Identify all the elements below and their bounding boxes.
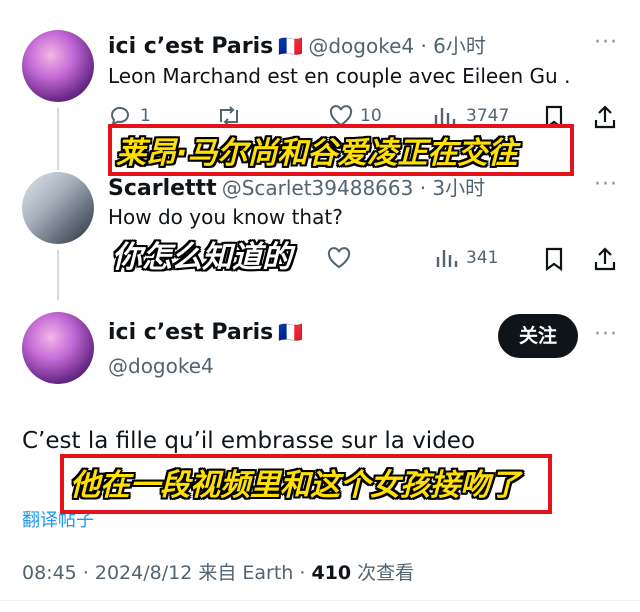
tweet-text: How do you know that? [108, 205, 343, 229]
avatar[interactable] [22, 30, 94, 102]
handle-time[interactable]: @dogoke4 · 6小时 [308, 34, 486, 58]
divider [0, 600, 640, 601]
tweet-text: Leon Marchand est en couple avec Eileen … [108, 64, 571, 88]
display-name[interactable]: ici c’est Paris [108, 320, 273, 345]
tweet-header: Scarlettt @Scarlet39488663 · 3小时 [108, 172, 485, 201]
flag-icon: 🇫🇷 [278, 34, 304, 58]
flag-icon: 🇫🇷 [278, 320, 304, 344]
post-meta: 08:45 · 2024/8/12 来自 Earth · 410 次查看 [22, 558, 414, 585]
display-name[interactable]: Scarlettt [108, 176, 217, 201]
thread-line [57, 250, 59, 300]
reply-count: 1 [140, 106, 151, 126]
more-icon[interactable]: ··· [594, 172, 618, 197]
share-icon[interactable] [592, 246, 618, 272]
avatar[interactable] [22, 312, 94, 384]
more-icon[interactable]: ··· [594, 30, 618, 55]
view-total: 410 [311, 562, 352, 584]
thread-line [57, 108, 59, 170]
tweet-header: ici c’est Paris 🇫🇷 @dogoke4 · 6小时 [108, 30, 486, 59]
like-count: 10 [360, 106, 382, 126]
more-icon[interactable]: ··· [594, 322, 618, 347]
tweet-header: ici c’est Paris 🇫🇷 [108, 320, 303, 345]
display-name[interactable]: ici c’est Paris [108, 34, 273, 59]
bookmark-icon[interactable] [542, 246, 566, 272]
view-count: 3747 [466, 106, 510, 126]
follow-button[interactable]: 关注 [498, 314, 578, 358]
views-icon[interactable] [434, 246, 458, 270]
translation-caption: 你怎么知道的 [112, 240, 292, 275]
like-icon[interactable] [326, 246, 352, 270]
share-icon[interactable] [592, 104, 618, 130]
post-timestamp[interactable]: 08:45 · 2024/8/12 来自 Earth · [22, 562, 311, 584]
view-count: 341 [466, 248, 499, 268]
handle-time[interactable]: @Scarlet39488663 · 3小时 [222, 176, 485, 200]
translation-caption: 莱昂·马尔尚和谷爱凌正在交往 [116, 136, 518, 171]
view-total-label: 次查看 [351, 562, 415, 584]
translation-caption: 他在一段视频里和这个女孩接吻了 [70, 468, 520, 503]
avatar[interactable] [22, 172, 94, 244]
handle[interactable]: @dogoke4 [108, 354, 214, 378]
tweet-text: C’est la fille qu’il embrasse sur la vid… [22, 428, 476, 454]
